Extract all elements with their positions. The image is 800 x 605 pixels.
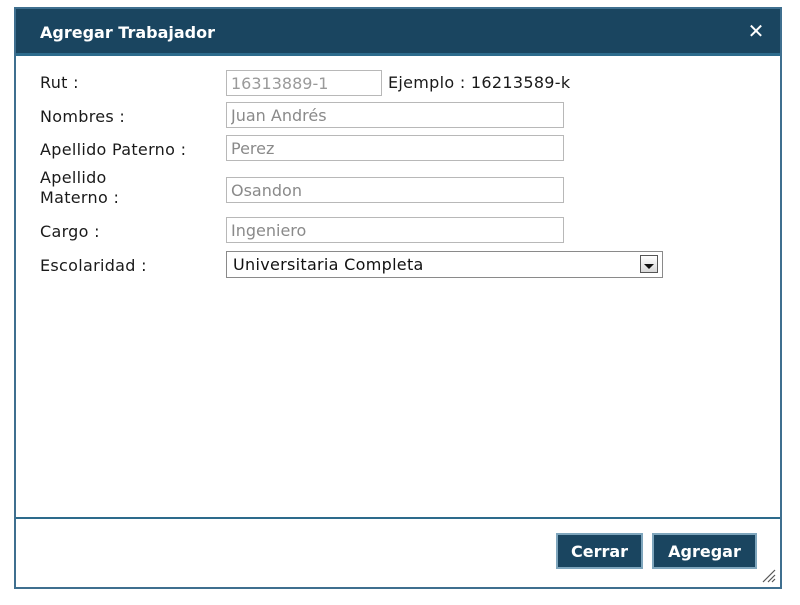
apellido-materno-label-line2: Materno : (40, 188, 120, 207)
apellido-materno-input[interactable] (226, 177, 564, 203)
escolaridad-selected-value: Universitaria Completa (233, 255, 424, 274)
close-icon[interactable]: ✕ (744, 19, 768, 43)
rut-example-hint: Ejemplo : 16213589-k (388, 73, 571, 92)
rut-input[interactable] (226, 70, 382, 96)
apellido-paterno-label: Apellido Paterno : (40, 140, 187, 159)
dialog-title: Agregar Trabajador (40, 23, 215, 42)
dialog-titlebar[interactable]: Agregar Trabajador ✕ (16, 9, 780, 56)
nombres-input[interactable] (226, 102, 564, 128)
apellido-paterno-input[interactable] (226, 135, 564, 161)
apellido-materno-label-line1: Apellido (40, 168, 107, 187)
rut-label: Rut : (40, 73, 79, 92)
escolaridad-label: Escolaridad : (40, 256, 147, 275)
chevron-down-icon[interactable] (640, 255, 658, 273)
apellido-materno-label: Apellido Materno : (40, 168, 119, 208)
cerrar-button[interactable]: Cerrar (556, 533, 643, 569)
agregar-button[interactable]: Agregar (652, 533, 757, 569)
add-worker-dialog: Agregar Trabajador ✕ Rut : Ejemplo : 162… (14, 7, 782, 589)
cargo-label: Cargo : (40, 222, 100, 241)
nombres-label: Nombres : (40, 107, 126, 126)
resize-grip-icon[interactable] (760, 567, 776, 583)
escolaridad-select[interactable]: Universitaria Completa (226, 251, 663, 278)
cargo-input[interactable] (226, 217, 564, 243)
footer-divider (16, 517, 780, 519)
